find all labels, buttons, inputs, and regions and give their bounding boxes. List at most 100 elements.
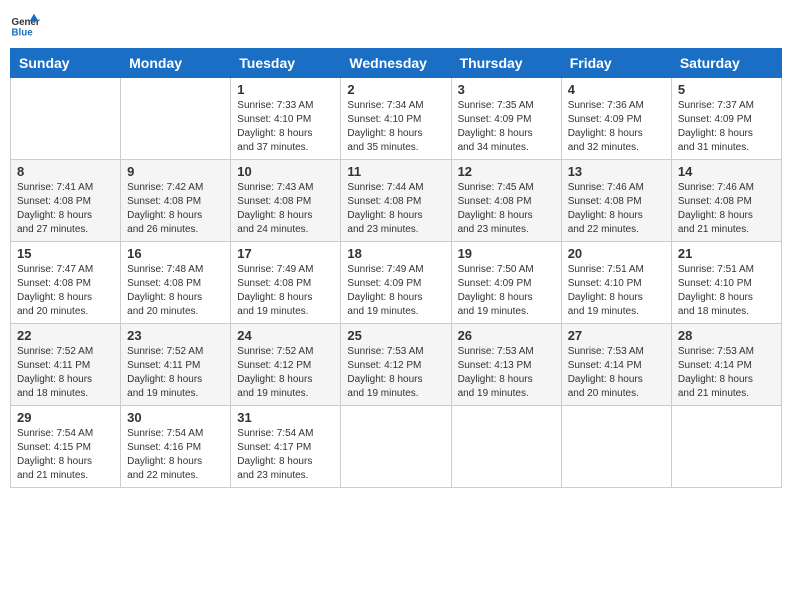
day-info: Sunrise: 7:36 AMSunset: 4:09 PMDaylight:… — [568, 99, 665, 155]
day-info: Sunrise: 7:46 AMSunset: 4:08 PMDaylight:… — [568, 181, 665, 237]
day-number: 27 — [568, 328, 665, 343]
calendar-cell: 29 Sunrise: 7:54 AMSunset: 4:15 PMDayligh… — [11, 406, 121, 488]
calendar-header-saturday: Saturday — [671, 49, 781, 78]
day-info: Sunrise: 7:33 AMSunset: 4:10 PMDaylight:… — [237, 99, 334, 155]
day-number: 20 — [568, 246, 665, 261]
day-number: 21 — [678, 246, 775, 261]
day-info: Sunrise: 7:54 AMSunset: 4:16 PMDaylight:… — [127, 427, 224, 483]
day-number: 16 — [127, 246, 224, 261]
day-number: 19 — [458, 246, 555, 261]
calendar-week-row: 29 Sunrise: 7:54 AMSunset: 4:15 PMDayligh… — [11, 406, 782, 488]
calendar-header-wednesday: Wednesday — [341, 49, 451, 78]
day-info: Sunrise: 7:51 AMSunset: 4:10 PMDaylight:… — [568, 263, 665, 319]
logo: General Blue — [10, 10, 40, 40]
calendar-cell: 25 Sunrise: 7:53 AMSunset: 4:12 PMDayligh… — [341, 324, 451, 406]
calendar-cell: 17 Sunrise: 7:49 AMSunset: 4:08 PMDayligh… — [231, 242, 341, 324]
day-info: Sunrise: 7:34 AMSunset: 4:10 PMDaylight:… — [347, 99, 444, 155]
day-info: Sunrise: 7:49 AMSunset: 4:08 PMDaylight:… — [237, 263, 334, 319]
day-info: Sunrise: 7:48 AMSunset: 4:08 PMDaylight:… — [127, 263, 224, 319]
calendar-header-friday: Friday — [561, 49, 671, 78]
svg-text:Blue: Blue — [12, 28, 34, 39]
day-info: Sunrise: 7:41 AMSunset: 4:08 PMDaylight:… — [17, 181, 114, 237]
day-number: 5 — [678, 82, 775, 97]
day-number: 12 — [458, 164, 555, 179]
calendar-cell: 4 Sunrise: 7:36 AMSunset: 4:09 PMDaylight… — [561, 78, 671, 160]
day-info: Sunrise: 7:54 AMSunset: 4:17 PMDaylight:… — [237, 427, 334, 483]
calendar-header-sunday: Sunday — [11, 49, 121, 78]
calendar-cell: 18 Sunrise: 7:49 AMSunset: 4:09 PMDayligh… — [341, 242, 451, 324]
calendar-cell: 27 Sunrise: 7:53 AMSunset: 4:14 PMDayligh… — [561, 324, 671, 406]
day-number: 30 — [127, 410, 224, 425]
day-number: 10 — [237, 164, 334, 179]
calendar-week-row: 22Sunrise: 7:52 AMSunset: 4:11 PMDayligh… — [11, 324, 782, 406]
calendar-week-row: 1 Sunrise: 7:33 AMSunset: 4:10 PMDaylight… — [11, 78, 782, 160]
calendar-week-row: 15 Sunrise: 7:47 AMSunset: 4:08 PMDayligh… — [11, 242, 782, 324]
day-info: Sunrise: 7:49 AMSunset: 4:09 PMDaylight:… — [347, 263, 444, 319]
calendar-cell — [561, 406, 671, 488]
day-info: Sunrise: 7:37 AMSunset: 4:09 PMDaylight:… — [678, 99, 775, 155]
calendar-cell: 13Sunrise: 7:46 AMSunset: 4:08 PMDayligh… — [561, 160, 671, 242]
day-info: Sunrise: 7:51 AMSunset: 4:10 PMDaylight:… — [678, 263, 775, 319]
calendar-table: SundayMondayTuesdayWednesdayThursdayFrid… — [10, 48, 782, 488]
day-info: Sunrise: 7:35 AMSunset: 4:09 PMDaylight:… — [458, 99, 555, 155]
calendar-cell — [671, 406, 781, 488]
calendar-cell: 16 Sunrise: 7:48 AMSunset: 4:08 PMDayligh… — [121, 242, 231, 324]
day-info: Sunrise: 7:54 AMSunset: 4:15 PMDaylight:… — [17, 427, 114, 483]
calendar-cell: 19Sunrise: 7:50 AMSunset: 4:09 PMDayligh… — [451, 242, 561, 324]
calendar-cell: 23 Sunrise: 7:52 AMSunset: 4:11 PMDayligh… — [121, 324, 231, 406]
calendar-cell: 12 Sunrise: 7:45 AMSunset: 4:08 PMDayligh… — [451, 160, 561, 242]
day-info: Sunrise: 7:52 AMSunset: 4:11 PMDaylight:… — [127, 345, 224, 401]
day-info: Sunrise: 7:45 AMSunset: 4:08 PMDaylight:… — [458, 181, 555, 237]
calendar-cell — [341, 406, 451, 488]
day-info: Sunrise: 7:52 AMSunset: 4:11 PMDaylight:… — [17, 345, 114, 401]
day-info: Sunrise: 7:42 AMSunset: 4:08 PMDaylight:… — [127, 181, 224, 237]
calendar-cell: 1 Sunrise: 7:33 AMSunset: 4:10 PMDaylight… — [231, 78, 341, 160]
day-number: 2 — [347, 82, 444, 97]
calendar-header-thursday: Thursday — [451, 49, 561, 78]
calendar-header-tuesday: Tuesday — [231, 49, 341, 78]
calendar-cell: 20 Sunrise: 7:51 AMSunset: 4:10 PMDayligh… — [561, 242, 671, 324]
calendar-cell: 14 Sunrise: 7:46 AMSunset: 4:08 PMDayligh… — [671, 160, 781, 242]
calendar-cell: 2 Sunrise: 7:34 AMSunset: 4:10 PMDaylight… — [341, 78, 451, 160]
day-number: 17 — [237, 246, 334, 261]
day-number: 1 — [237, 82, 334, 97]
calendar-cell: 5 Sunrise: 7:37 AMSunset: 4:09 PMDaylight… — [671, 78, 781, 160]
day-info: Sunrise: 7:52 AMSunset: 4:12 PMDaylight:… — [237, 345, 334, 401]
day-number: 23 — [127, 328, 224, 343]
day-number: 28 — [678, 328, 775, 343]
day-number: 26 — [458, 328, 555, 343]
calendar-cell: 21 Sunrise: 7:51 AMSunset: 4:10 PMDayligh… — [671, 242, 781, 324]
calendar-cell: 3 Sunrise: 7:35 AMSunset: 4:09 PMDaylight… — [451, 78, 561, 160]
day-number: 24 — [237, 328, 334, 343]
calendar-cell — [11, 78, 121, 160]
day-number: 9 — [127, 164, 224, 179]
calendar-cell: 10 Sunrise: 7:43 AMSunset: 4:08 PMDayligh… — [231, 160, 341, 242]
calendar-cell: 15 Sunrise: 7:47 AMSunset: 4:08 PMDayligh… — [11, 242, 121, 324]
day-number: 25 — [347, 328, 444, 343]
day-number: 11 — [347, 164, 444, 179]
day-number: 3 — [458, 82, 555, 97]
day-info: Sunrise: 7:53 AMSunset: 4:14 PMDaylight:… — [568, 345, 665, 401]
day-info: Sunrise: 7:53 AMSunset: 4:12 PMDaylight:… — [347, 345, 444, 401]
calendar-cell — [121, 78, 231, 160]
day-number: 14 — [678, 164, 775, 179]
calendar-cell: 8Sunrise: 7:41 AMSunset: 4:08 PMDaylight… — [11, 160, 121, 242]
day-number: 29 — [17, 410, 114, 425]
page-header: General Blue — [10, 10, 782, 40]
day-info: Sunrise: 7:43 AMSunset: 4:08 PMDaylight:… — [237, 181, 334, 237]
calendar-cell: 22Sunrise: 7:52 AMSunset: 4:11 PMDayligh… — [11, 324, 121, 406]
calendar-cell: 28 Sunrise: 7:53 AMSunset: 4:14 PMDayligh… — [671, 324, 781, 406]
day-number: 18 — [347, 246, 444, 261]
day-info: Sunrise: 7:53 AMSunset: 4:13 PMDaylight:… — [458, 345, 555, 401]
calendar-cell: 11 Sunrise: 7:44 AMSunset: 4:08 PMDayligh… — [341, 160, 451, 242]
day-info: Sunrise: 7:47 AMSunset: 4:08 PMDaylight:… — [17, 263, 114, 319]
day-info: Sunrise: 7:46 AMSunset: 4:08 PMDaylight:… — [678, 181, 775, 237]
calendar-cell: 31 Sunrise: 7:54 AMSunset: 4:17 PMDayligh… — [231, 406, 341, 488]
day-info: Sunrise: 7:44 AMSunset: 4:08 PMDaylight:… — [347, 181, 444, 237]
day-number: 31 — [237, 410, 334, 425]
day-info: Sunrise: 7:53 AMSunset: 4:14 PMDaylight:… — [678, 345, 775, 401]
calendar-cell: 24 Sunrise: 7:52 AMSunset: 4:12 PMDayligh… — [231, 324, 341, 406]
day-number: 4 — [568, 82, 665, 97]
calendar-week-row: 8Sunrise: 7:41 AMSunset: 4:08 PMDaylight… — [11, 160, 782, 242]
day-number: 15 — [17, 246, 114, 261]
